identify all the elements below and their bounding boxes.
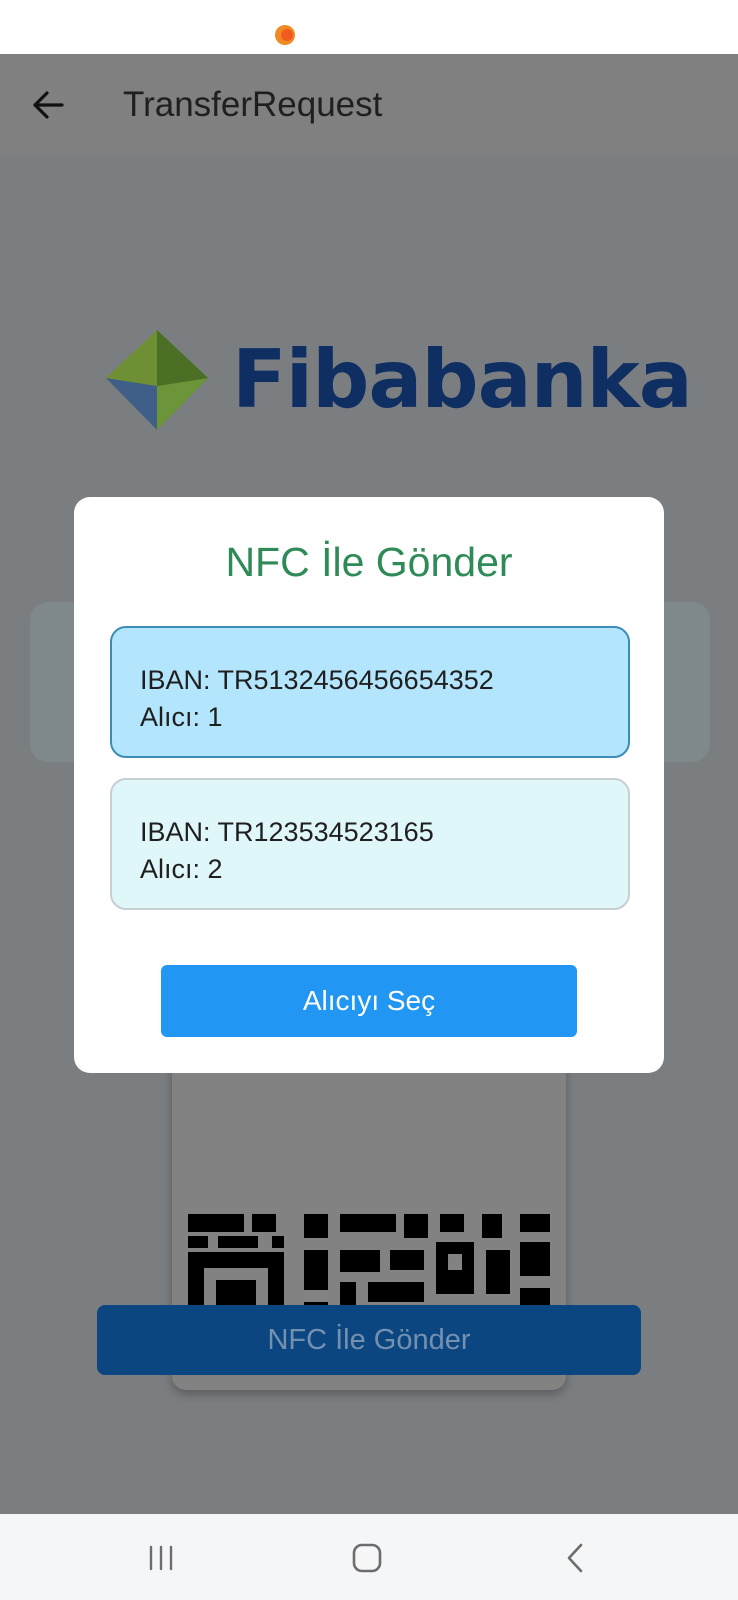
recipient-dialog: NFC İle Gönder IBAN: TR5132456456654352 … [74,497,664,1073]
diamond-logo-icon [106,330,208,430]
nfc-send-button[interactable]: NFC İle Gönder [97,1305,641,1375]
notification-dot-icon [275,25,295,45]
select-recipient-button[interactable]: Alıcıyı Seç [161,965,577,1037]
recent-apps-button[interactable] [131,1536,191,1580]
recent-apps-icon [149,1545,173,1571]
system-nav-bar [0,1514,738,1600]
recipient-label: Alıcı: 1 [140,702,223,732]
status-bar [0,0,738,54]
back-button[interactable] [24,78,72,132]
home-icon [352,1543,382,1573]
nav-back-button[interactable] [545,1536,605,1580]
recipient-iban: IBAN: TR123534523165 [140,817,434,847]
app-bar: TransferRequest [0,54,738,156]
arrow-left-icon [33,91,64,119]
fibabanka-logo: Fibabanka [104,328,693,432]
chevron-left-icon [567,1543,583,1573]
page-title: TransferRequest [123,85,383,124]
recipient-option-2[interactable]: IBAN: TR123534523165 Alıcı: 2 [110,778,630,910]
logo-text: Fibabanka [232,333,693,426]
recipient-iban: IBAN: TR5132456456654352 [140,665,494,695]
recipient-label: Alıcı: 2 [140,854,223,884]
recipient-option-1[interactable]: IBAN: TR5132456456654352 Alıcı: 1 [110,626,630,758]
dialog-title: NFC İle Gönder [225,539,513,585]
home-button[interactable] [337,1536,397,1580]
